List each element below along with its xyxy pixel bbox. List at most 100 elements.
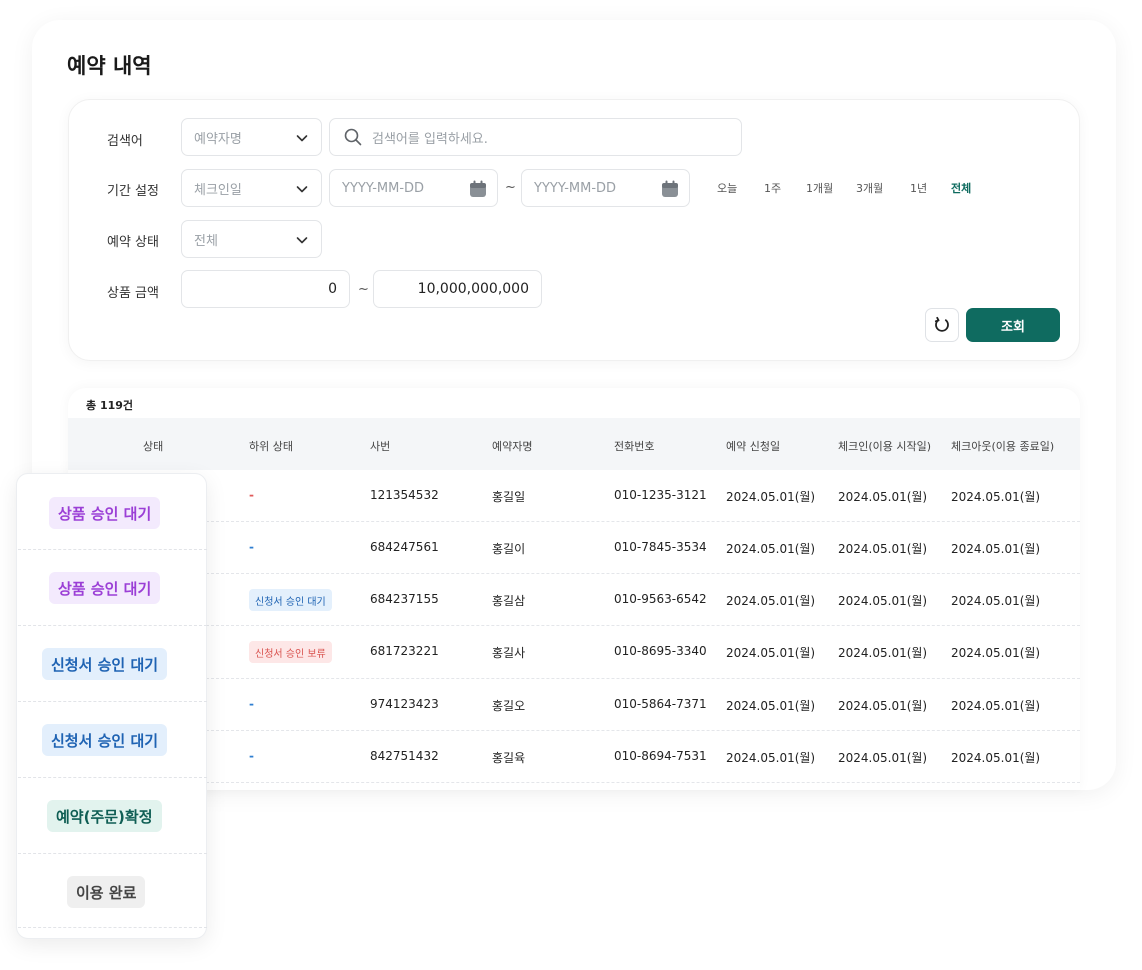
row-divider	[206, 573, 1080, 574]
row-divider	[206, 782, 1080, 783]
row-divider	[206, 730, 1080, 731]
status-divider	[18, 777, 207, 778]
period-3months[interactable]: 3개월	[856, 180, 883, 196]
row-divider	[206, 521, 1080, 522]
applied-date: 2024.05.01(월)	[726, 751, 816, 765]
search-placeholder: 검색어를 입력하세요.	[372, 131, 488, 147]
date-range-separator: ~	[505, 180, 516, 195]
keyword-type-value: 예약자명	[194, 131, 242, 147]
reserver-name: 홍길사	[492, 646, 526, 660]
substatus-value: -	[249, 540, 254, 554]
col-status: 상태	[143, 440, 164, 453]
employee-id: 974123423	[370, 697, 439, 711]
status-divider	[18, 927, 207, 928]
substatus-badge: 신청서 승인 보류	[249, 641, 332, 663]
period-type-value: 체크인일	[194, 182, 242, 198]
status-divider	[18, 701, 207, 702]
applied-date: 2024.05.01(월)	[726, 594, 816, 608]
total-count: 총 119건	[86, 399, 134, 412]
calendar-icon[interactable]	[660, 179, 680, 199]
period-label: 기간 설정	[107, 184, 159, 199]
keyword-label: 검색어	[107, 134, 143, 149]
amount-label: 상품 금액	[107, 286, 159, 301]
calendar-icon[interactable]	[468, 179, 488, 199]
period-today[interactable]: 오늘	[717, 180, 737, 196]
checkout-date: 2024.05.01(월)	[951, 751, 1041, 765]
amount-min-input[interactable]: 0	[181, 270, 350, 308]
reserver-name: 홍길삼	[492, 594, 526, 608]
checkout-date: 2024.05.01(월)	[951, 594, 1041, 608]
status-badge: 신청서 승인 대기	[42, 724, 168, 756]
status-column-card	[16, 473, 207, 939]
checkin-date: 2024.05.01(월)	[838, 490, 928, 504]
chevron-down-icon	[296, 135, 308, 142]
start-date-input[interactable]: YYYY-MM-DD	[329, 169, 498, 207]
checkout-date: 2024.05.01(월)	[951, 646, 1041, 660]
status-badge: 상품 승인 대기	[49, 497, 161, 529]
reserver-name: 홍길오	[492, 699, 526, 713]
phone-number: 010-8695-3340	[614, 644, 707, 658]
substatus-value: -	[249, 488, 254, 502]
substatus-value: -	[249, 697, 254, 711]
col-checkin: 체크인(이용 시작일)	[838, 440, 932, 453]
substatus-value: -	[249, 749, 254, 763]
period-1year[interactable]: 1년	[910, 180, 927, 196]
amount-range-separator: ~	[358, 282, 369, 297]
phone-number: 010-1235-3121	[614, 488, 707, 502]
status-divider	[18, 549, 207, 550]
status-label: 예약 상태	[107, 235, 159, 250]
status-badge: 신청서 승인 대기	[42, 648, 168, 680]
period-type-select[interactable]: 체크인일	[181, 169, 322, 207]
reset-button[interactable]	[925, 308, 959, 342]
col-employee-id: 사번	[370, 440, 391, 453]
status-value: 전체	[194, 233, 218, 249]
page-title: 예약 내역	[67, 54, 152, 78]
checkin-date: 2024.05.01(월)	[838, 594, 928, 608]
period-1month[interactable]: 1개월	[806, 180, 833, 196]
status-divider	[18, 625, 207, 626]
applied-date: 2024.05.01(월)	[726, 699, 816, 713]
col-name: 예약자명	[492, 440, 533, 453]
chevron-down-icon	[296, 186, 308, 193]
checkin-date: 2024.05.01(월)	[838, 751, 928, 765]
row-divider	[206, 625, 1080, 626]
reserver-name: 홍길이	[492, 542, 526, 556]
amount-max-input[interactable]: 10,000,000,000	[373, 270, 542, 308]
checkout-date: 2024.05.01(월)	[951, 699, 1041, 713]
search-button[interactable]: 조회	[966, 308, 1060, 342]
checkin-date: 2024.05.01(월)	[838, 646, 928, 660]
applied-date: 2024.05.01(월)	[726, 646, 816, 660]
employee-id: 684247561	[370, 540, 439, 554]
period-all[interactable]: 전체	[951, 180, 971, 196]
checkout-date: 2024.05.01(월)	[951, 542, 1041, 556]
col-substatus: 하위 상태	[249, 440, 293, 453]
row-divider	[206, 678, 1080, 679]
status-badge: 예약(주문)확정	[47, 800, 162, 832]
status-select[interactable]: 전체	[181, 220, 322, 258]
status-badge: 상품 승인 대기	[49, 572, 161, 604]
phone-number: 010-7845-3534	[614, 540, 707, 554]
col-phone: 전화번호	[614, 440, 655, 453]
employee-id: 121354532	[370, 488, 439, 502]
col-applied-date: 예약 신청일	[726, 440, 781, 453]
period-1week[interactable]: 1주	[764, 180, 781, 196]
end-date-input[interactable]: YYYY-MM-DD	[521, 169, 690, 207]
reserver-name: 홍길일	[492, 490, 526, 504]
chevron-down-icon	[296, 237, 308, 244]
start-date-placeholder: YYYY-MM-DD	[342, 180, 425, 196]
checkin-date: 2024.05.01(월)	[838, 699, 928, 713]
applied-date: 2024.05.01(월)	[726, 542, 816, 556]
applied-date: 2024.05.01(월)	[726, 490, 816, 504]
employee-id: 842751432	[370, 749, 439, 763]
employee-id: 681723221	[370, 644, 439, 658]
checkout-date: 2024.05.01(월)	[951, 490, 1041, 504]
end-date-placeholder: YYYY-MM-DD	[534, 180, 617, 196]
employee-id: 684237155	[370, 592, 439, 606]
phone-number: 010-8694-7531	[614, 749, 707, 763]
phone-number: 010-9563-6542	[614, 592, 707, 606]
refresh-icon	[934, 316, 949, 332]
checkin-date: 2024.05.01(월)	[838, 542, 928, 556]
keyword-type-select[interactable]: 예약자명	[181, 118, 322, 156]
substatus-badge: 신청서 승인 대기	[249, 589, 332, 611]
keyword-search-input[interactable]: 검색어를 입력하세요.	[329, 118, 742, 156]
